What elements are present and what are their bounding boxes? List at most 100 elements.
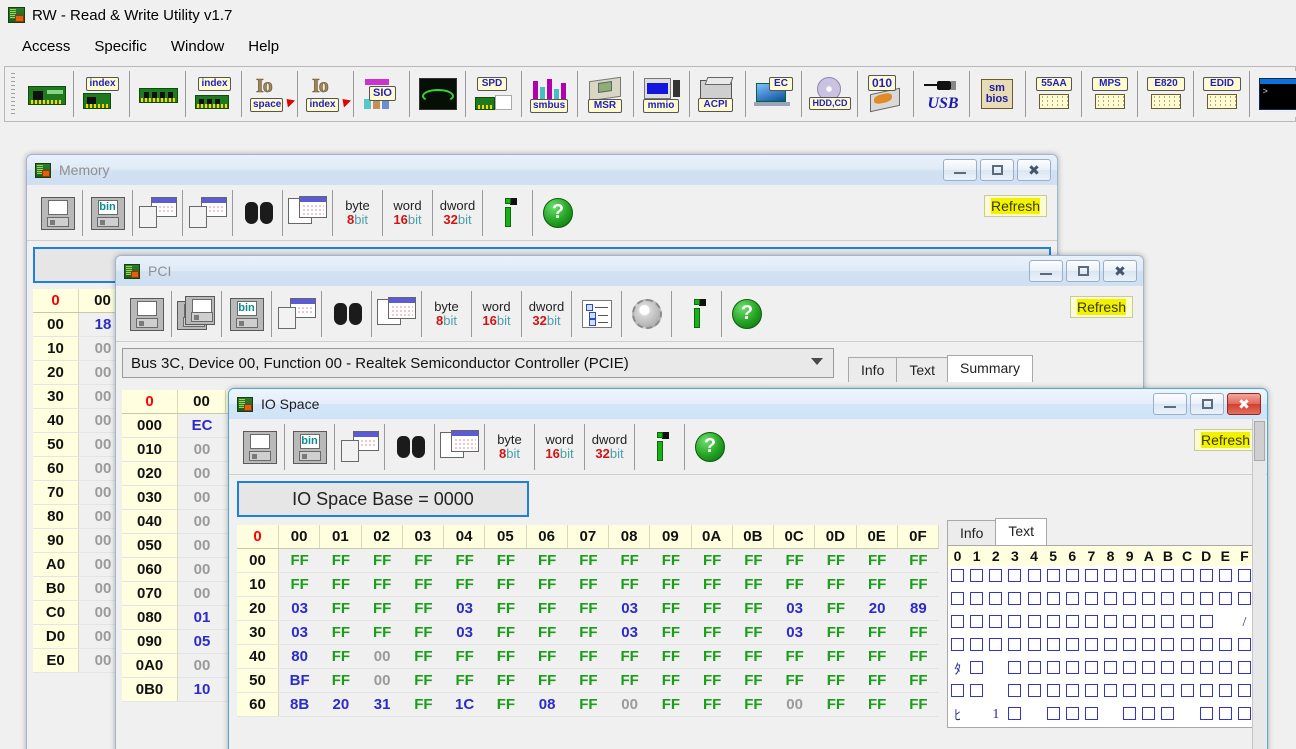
io-text-cell[interactable] <box>948 589 967 612</box>
pci-minimize-button[interactable] <box>1029 260 1063 282</box>
io-hex-cell[interactable]: FF <box>692 669 733 692</box>
io-text-cell[interactable] <box>1025 589 1044 612</box>
io-text-cell[interactable] <box>1101 566 1120 589</box>
io-text-cell[interactable] <box>1178 612 1197 635</box>
io-hex-cell[interactable]: 03 <box>609 621 650 644</box>
pci-hex-cell[interactable]: 00 <box>178 534 226 557</box>
io-hex-cell[interactable]: 31 <box>362 693 403 716</box>
io-text-cell[interactable] <box>1139 612 1158 635</box>
io-text-cell[interactable] <box>967 704 986 727</box>
io-hex-cell[interactable]: FF <box>485 621 526 644</box>
io-hex-cell[interactable]: 20 <box>320 693 361 716</box>
io-hex-cell[interactable]: FF <box>362 573 403 596</box>
pci-save-all-button[interactable] <box>172 290 222 337</box>
io-hex-cell[interactable]: FF <box>568 621 609 644</box>
io-text-cell[interactable] <box>1158 612 1177 635</box>
io-hex-cell[interactable]: FF <box>485 693 526 716</box>
pci-tab-info[interactable]: Info <box>848 357 898 382</box>
memory-write-button[interactable] <box>183 189 233 236</box>
io-hex-cell[interactable]: FF <box>362 621 403 644</box>
io-text-cell[interactable] <box>1101 658 1120 681</box>
io-hex-cell[interactable]: FF <box>774 549 815 572</box>
io-text-cell[interactable] <box>1197 681 1216 704</box>
io-text-cell[interactable] <box>1082 704 1101 727</box>
io-hex-cell[interactable]: FF <box>692 645 733 668</box>
io-hex-cell[interactable]: FF <box>898 693 939 716</box>
io-space-titlebar[interactable]: IO Space ✖ <box>229 389 1267 419</box>
io-hex-cell[interactable]: FF <box>403 645 444 668</box>
memory-byte-8bit-button[interactable]: byte 8bit <box>333 189 383 236</box>
io-hex-cell[interactable]: FF <box>774 669 815 692</box>
memory-save-bin-button[interactable]: bin <box>83 189 133 236</box>
io-hex-cell[interactable]: FF <box>857 549 898 572</box>
toolbar-usb-button[interactable]: USB <box>917 71 970 117</box>
io-hex-cell[interactable]: FF <box>527 669 568 692</box>
io-text-cell[interactable] <box>1044 635 1063 658</box>
io-text-cell[interactable] <box>1005 589 1024 612</box>
io-hex-cell[interactable]: FF <box>609 669 650 692</box>
io-text-cell[interactable] <box>1158 658 1177 681</box>
io-hex-cell[interactable]: FF <box>485 549 526 572</box>
io-text-cell[interactable] <box>1044 566 1063 589</box>
io-text-cell[interactable] <box>1025 704 1044 727</box>
toolbar-io-index-button[interactable]: Io index <box>301 71 354 117</box>
io-hex-cell[interactable]: FF <box>650 693 691 716</box>
io-text-cell[interactable] <box>1216 635 1235 658</box>
io-text-cell[interactable] <box>1005 658 1024 681</box>
pci-hex-cell[interactable]: 01 <box>178 606 226 629</box>
io-hex-cell[interactable]: FF <box>609 549 650 572</box>
toolbar-msr-button[interactable]: MSR <box>581 71 634 117</box>
io-hex-cell[interactable]: FF <box>733 669 774 692</box>
pci-copy-button[interactable] <box>372 290 422 337</box>
io-hex-cell[interactable]: FF <box>485 645 526 668</box>
io-hex-cell[interactable]: FF <box>444 549 485 572</box>
toolbar-edid-button[interactable]: EDID <box>1197 71 1250 117</box>
toolbar-super-io-button[interactable]: SIO <box>357 71 410 117</box>
table-row[interactable]: 20 03 FF FF FF 03 FF FF FF 03 FF FF FF 03 FF 20 89 <box>237 597 939 621</box>
pci-tree-view-button[interactable] <box>572 290 622 337</box>
io-minimize-button[interactable] <box>1153 393 1187 415</box>
io-text-cell[interactable] <box>1216 681 1235 704</box>
toolbar-mps-button[interactable]: MPS <box>1085 71 1138 117</box>
io-hex-cell[interactable]: FF <box>362 549 403 572</box>
memory-help-button[interactable]: ? <box>533 189 583 236</box>
io-text-cell[interactable] <box>1178 681 1197 704</box>
io-hex-cell[interactable]: 00 <box>362 669 403 692</box>
io-text-cell[interactable] <box>1216 612 1235 635</box>
io-hex-cell[interactable]: FF <box>403 597 444 620</box>
io-hex-cell[interactable]: FF <box>898 669 939 692</box>
io-text-cell[interactable] <box>1063 681 1082 704</box>
io-text-cell[interactable] <box>948 635 967 658</box>
io-hex-cell[interactable]: FF <box>650 669 691 692</box>
io-hex-cell[interactable]: FF <box>527 621 568 644</box>
toolbar-pci-button[interactable] <box>21 71 74 117</box>
pci-hex-cell[interactable]: 00 <box>178 558 226 581</box>
io-hex-cell[interactable]: FF <box>733 621 774 644</box>
toolbar-e820-button[interactable]: E820 <box>1141 71 1194 117</box>
io-hex-cell[interactable]: FF <box>444 645 485 668</box>
io-hex-cell[interactable]: FF <box>857 573 898 596</box>
memory-refresh-button[interactable]: Refresh <box>983 195 1047 217</box>
toolbar-io-space-button[interactable]: Io space <box>245 71 298 117</box>
io-text-cell[interactable] <box>1120 612 1139 635</box>
io-text-row[interactable] <box>948 566 1254 589</box>
io-hex-cell[interactable]: FF <box>279 573 320 596</box>
pci-hex-cell[interactable]: 00 <box>178 462 226 485</box>
io-text-cell[interactable] <box>1139 635 1158 658</box>
io-text-cell[interactable] <box>1101 589 1120 612</box>
io-hex-cell[interactable]: FF <box>568 669 609 692</box>
io-hex-cell[interactable]: 00 <box>362 645 403 668</box>
io-hex-cell[interactable]: FF <box>692 693 733 716</box>
io-text-cell[interactable] <box>1025 681 1044 704</box>
io-hex-cell[interactable]: 03 <box>444 597 485 620</box>
io-text-cell[interactable] <box>1082 589 1101 612</box>
io-text-cell[interactable] <box>1063 612 1082 635</box>
pci-hex-cell[interactable]: 10 <box>178 678 226 701</box>
io-space-base-field[interactable]: IO Space Base = 0000 <box>237 481 529 517</box>
io-text-cell[interactable] <box>948 612 967 635</box>
toolbar-pci-index-button[interactable]: index <box>77 71 130 117</box>
io-text-cell[interactable] <box>1120 658 1139 681</box>
io-text-cell[interactable] <box>1005 612 1024 635</box>
io-text-cell[interactable] <box>948 566 967 589</box>
pci-hex-cell[interactable]: 00 <box>178 582 226 605</box>
